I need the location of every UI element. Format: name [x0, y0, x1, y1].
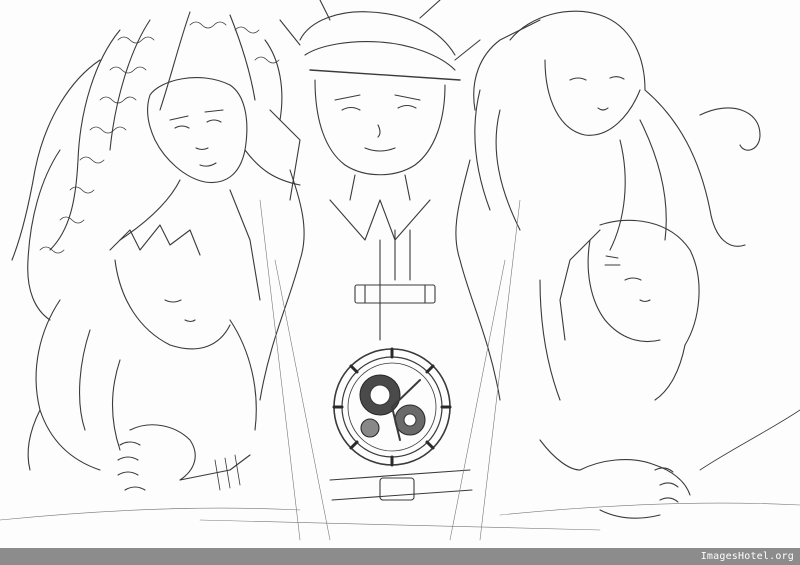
- left-hand: [117, 424, 251, 491]
- top-right-character-long-hair: [473, 10, 761, 251]
- image-frame: ImagesHotel.org: [0, 0, 800, 565]
- pencil-sketch-illustration: [0, 0, 800, 541]
- right-character-short-hair: [539, 219, 700, 401]
- sketch-strokes: [0, 199, 800, 541]
- left-character-dreadlocks: [11, 11, 301, 321]
- watermark-text: ImagesHotel.org: [700, 551, 794, 562]
- right-hand: [539, 409, 800, 519]
- footer-bar: ImagesHotel.org: [0, 548, 800, 565]
- clock-pendant-icon: [332, 347, 452, 467]
- left-bottom-character: [27, 224, 257, 471]
- center-character: [259, 0, 501, 501]
